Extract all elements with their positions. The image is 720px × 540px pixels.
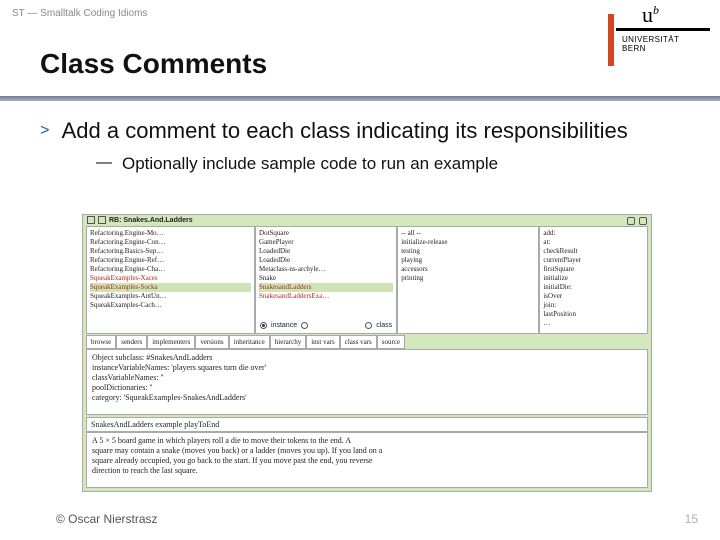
tool-icon[interactable] bbox=[627, 217, 635, 225]
list-item[interactable]: Refactoring.Engine-Cha… bbox=[90, 265, 251, 274]
list-item[interactable]: SqueakExamples-Socka bbox=[90, 283, 251, 292]
protocol-pane[interactable]: -- all --initialize-releasetestingplayin… bbox=[397, 226, 539, 334]
list-item[interactable]: testing bbox=[401, 247, 535, 256]
browser-titlebar: RB: Snakes.And.Ladders bbox=[83, 215, 651, 225]
list-item[interactable]: accessors bbox=[401, 265, 535, 274]
example-header: SnakesAndLadders example playToEnd bbox=[86, 417, 648, 432]
browser-window-title: RB: Snakes.And.Ladders bbox=[109, 217, 193, 224]
tab-browse[interactable]: browse bbox=[86, 335, 116, 349]
sub-text: Optionally include sample code to run an… bbox=[122, 154, 498, 174]
list-item[interactable]: Refactoring.Engine-Con… bbox=[90, 238, 251, 247]
list-item[interactable]: currentPlayer bbox=[543, 256, 644, 265]
close-icon[interactable] bbox=[87, 216, 95, 224]
code-line: Object subclass: #SnakesAndLadders bbox=[92, 353, 642, 363]
list-item[interactable]: Refactoring.Basics-Sup… bbox=[90, 247, 251, 256]
list-item[interactable]: SnakesandLaddersExa… bbox=[259, 292, 393, 301]
list-item[interactable]: add: bbox=[543, 229, 644, 238]
description-line: direction to reach the last square. bbox=[92, 466, 642, 476]
class-pane[interactable]: DotSquareGamePlayerLoadedDieLoadedDieMet… bbox=[255, 226, 397, 334]
list-item[interactable]: lastPosition bbox=[543, 310, 644, 319]
instance-radio[interactable] bbox=[260, 322, 267, 329]
menu-icon[interactable] bbox=[98, 216, 106, 224]
code-line: instanceVariableNames: 'players squares … bbox=[92, 363, 642, 373]
sub-marker: — bbox=[96, 154, 112, 172]
list-item[interactable]: printing bbox=[401, 274, 535, 283]
description-line: square may contain a snake (moves you ba… bbox=[92, 446, 642, 456]
list-item[interactable]: at: bbox=[543, 238, 644, 247]
code-pane[interactable]: Object subclass: #SnakesAndLadders insta… bbox=[86, 349, 648, 415]
page-title: Class Comments bbox=[40, 48, 267, 80]
list-item[interactable]: LoadedDie bbox=[259, 247, 393, 256]
smalltalk-browser-screenshot: RB: Snakes.And.Ladders Refactoring.Engin… bbox=[82, 214, 652, 492]
tab-versions[interactable]: versions bbox=[195, 335, 228, 349]
description-line: A 5 × 5 board game in which players roll… bbox=[92, 436, 642, 446]
logo-accent-bar bbox=[608, 14, 614, 66]
browser-tabs: browsesendersimplementersversionsinherit… bbox=[86, 335, 648, 349]
footer-copyright: © Oscar Nierstrasz bbox=[56, 512, 158, 526]
footer-page-number: 15 bbox=[685, 512, 698, 526]
list-item[interactable]: Refactoring.Engine-Ref… bbox=[90, 256, 251, 265]
bullet-text: Add a comment to each class indicating i… bbox=[62, 118, 628, 144]
bullet-primary: > Add a comment to each class indicating… bbox=[40, 118, 680, 144]
bullet-sub: — Optionally include sample code to run … bbox=[96, 154, 680, 174]
title-underline bbox=[0, 96, 720, 101]
list-item[interactable]: initialize-release bbox=[401, 238, 535, 247]
list-item[interactable]: … bbox=[543, 319, 644, 328]
university-logo: ub UNIVERSITÄT BERN bbox=[610, 0, 720, 70]
list-item[interactable]: join: bbox=[543, 301, 644, 310]
list-item[interactable]: initialDie: bbox=[543, 283, 644, 292]
list-item[interactable]: SqueakExamples-Cach… bbox=[90, 301, 251, 310]
code-line: category: 'SqueakExamples-SnakesAndLadde… bbox=[92, 393, 642, 403]
logo-u-letter: u bbox=[642, 2, 653, 27]
tab-implementers[interactable]: implementers bbox=[147, 335, 195, 349]
logo-b-sup: b bbox=[653, 3, 659, 17]
description-pane[interactable]: A 5 × 5 board game in which players roll… bbox=[86, 432, 648, 488]
list-item[interactable]: Snake bbox=[259, 274, 393, 283]
bullet-marker: > bbox=[40, 118, 50, 144]
list-item[interactable]: SnakesandLadders bbox=[259, 283, 393, 292]
instance-label: instance bbox=[271, 322, 297, 329]
tab-inst-vars[interactable]: inst vars bbox=[306, 335, 340, 349]
class-radio[interactable] bbox=[365, 322, 372, 329]
code-line: poolDictionaries: '' bbox=[92, 383, 642, 393]
list-item[interactable]: isOver bbox=[543, 292, 644, 301]
list-item[interactable]: SqueakExamples-AntUn… bbox=[90, 292, 251, 301]
list-item[interactable]: Metaclass-ns-archyle… bbox=[259, 265, 393, 274]
tab-hierarchy[interactable]: hierarchy bbox=[270, 335, 306, 349]
class-label: class bbox=[376, 322, 392, 329]
category-pane[interactable]: Refactoring.Engine-Mo…Refactoring.Engine… bbox=[86, 226, 255, 334]
description-line: square already occupied, you go back to … bbox=[92, 456, 642, 466]
list-item[interactable]: firstSquare bbox=[543, 265, 644, 274]
breadcrumb: ST — Smalltalk Coding Idioms bbox=[12, 8, 147, 19]
logo-city: BERN bbox=[622, 44, 646, 53]
list-item[interactable]: GamePlayer bbox=[259, 238, 393, 247]
instance-class-switch[interactable]: instance class bbox=[258, 319, 394, 332]
tab-class-vars[interactable]: class vars bbox=[340, 335, 377, 349]
list-item[interactable]: SqueakExamples-Xaces bbox=[90, 274, 251, 283]
list-item[interactable]: initialize bbox=[543, 274, 644, 283]
method-pane[interactable]: add:at:checkResultcurrentPlayerfirstSqua… bbox=[539, 226, 648, 334]
code-line: classVariableNames: '' bbox=[92, 373, 642, 383]
tool-icon[interactable] bbox=[639, 217, 647, 225]
logo-university: UNIVERSITÄT bbox=[622, 35, 679, 44]
unknown-radio[interactable] bbox=[301, 322, 308, 329]
tab-source[interactable]: source bbox=[377, 335, 405, 349]
list-item[interactable]: checkResult bbox=[543, 247, 644, 256]
list-item[interactable]: playing bbox=[401, 256, 535, 265]
list-item[interactable]: -- all -- bbox=[401, 229, 535, 238]
list-item[interactable]: Refactoring.Engine-Mo… bbox=[90, 229, 251, 238]
list-item[interactable]: DotSquare bbox=[259, 229, 393, 238]
tab-senders[interactable]: senders bbox=[116, 335, 147, 349]
list-item[interactable]: LoadedDie bbox=[259, 256, 393, 265]
logo-ub: ub bbox=[642, 4, 659, 26]
tab-inheritance[interactable]: inheritance bbox=[229, 335, 270, 349]
logo-divider bbox=[616, 28, 710, 31]
